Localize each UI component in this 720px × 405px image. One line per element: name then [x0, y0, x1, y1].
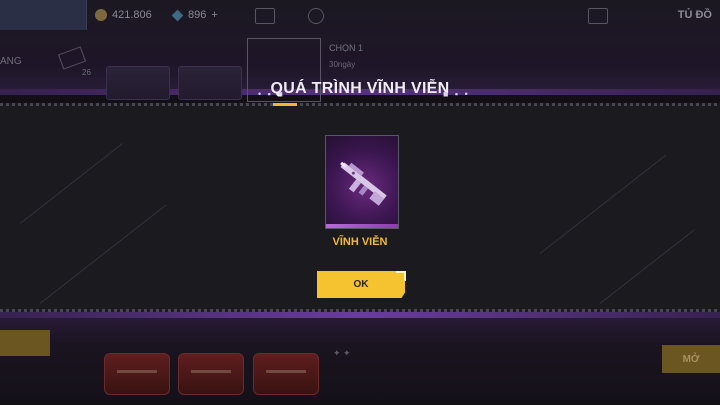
left-count: 26 — [82, 68, 91, 77]
coin-icon — [95, 9, 107, 21]
open-button[interactable]: MỞ — [662, 345, 720, 373]
info-icon[interactable] — [308, 8, 324, 24]
left-tab-label[interactable]: ANG — [0, 56, 22, 67]
modal-title-wrap: QUÁ TRÌNH VĨNH VIỄN — [0, 80, 720, 98]
menu-icon[interactable] — [588, 8, 608, 24]
bottom-small-icons: ✦ ✦ — [333, 348, 351, 358]
top-right-label[interactable]: TỦ ĐỒ — [678, 9, 712, 21]
choose-label: CHỌN 1 — [329, 43, 364, 53]
duration-label: 30ngày — [329, 60, 356, 69]
top-bar: 421.806 896 + TỦ ĐỒ — [0, 0, 720, 34]
rarity-bar — [326, 224, 398, 228]
coin-counter: 421.806 — [95, 9, 152, 21]
player-avatar-box[interactable] — [0, 0, 87, 30]
title-underline — [273, 103, 297, 106]
card-icon[interactable] — [255, 8, 275, 24]
diamond-counter[interactable]: 896 + — [171, 9, 218, 21]
ok-button-corner — [396, 271, 406, 281]
crate-item-1[interactable] — [104, 353, 170, 395]
assault-rifle-icon — [340, 161, 387, 206]
crate-item-3[interactable] — [253, 353, 319, 395]
decor-stripe — [39, 204, 167, 304]
ok-button[interactable]: OK — [317, 271, 405, 298]
crate-item-2[interactable] — [178, 353, 244, 395]
reward-item-card[interactable] — [325, 135, 399, 229]
decor-stripe — [19, 143, 123, 224]
bottom-left-button[interactable] — [0, 330, 50, 356]
diamond-icon — [171, 9, 184, 21]
title-decor-right: ■ ▪ • — [443, 89, 470, 99]
diamond-value: 896 — [188, 9, 207, 21]
coin-value: 421.806 — [112, 9, 152, 21]
diamond-plus[interactable]: + — [211, 9, 217, 21]
item-duration-label: VĨNH VIỄN — [332, 236, 388, 248]
modal-title: QUÁ TRÌNH VĨNH VIỄN — [270, 80, 450, 97]
